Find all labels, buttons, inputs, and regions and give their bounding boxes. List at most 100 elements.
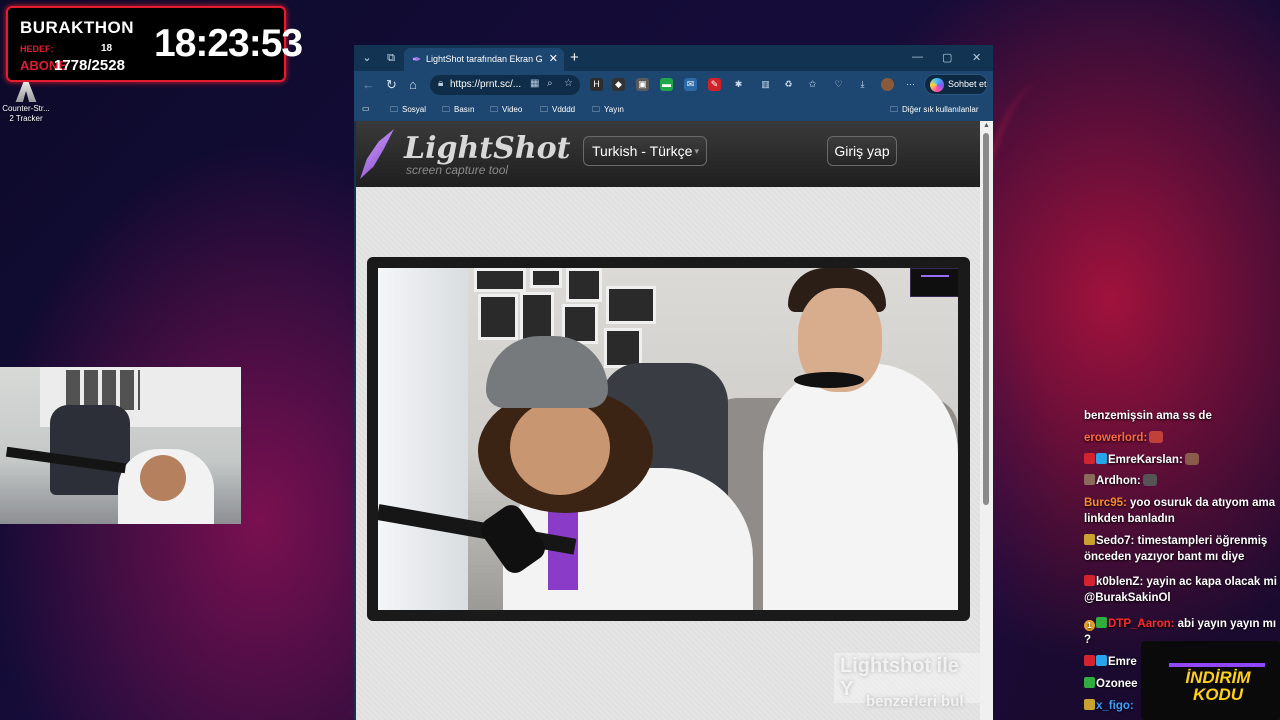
extension-icon[interactable]: ▬ (660, 78, 673, 91)
minimize-icon[interactable]: — (912, 51, 923, 63)
folder-icon: 🗀︎ (890, 105, 898, 114)
timer-clock: 18:23:53 (154, 22, 303, 65)
puzzle-icon[interactable]: ✱ (732, 78, 745, 91)
emote-icon (1142, 474, 1157, 486)
desktop-shortcut-label: Counter-Str... 2 Tracker (2, 104, 50, 123)
discount-code-label: İNDİRİM KODU (1185, 668, 1251, 704)
bookmark-folder[interactable]: 🗀︎ Yayın (592, 104, 624, 118)
browser-window: ⌄ ⧉ ✒ LightShot tarafından Ekran Görünt … (354, 45, 993, 720)
maximize-icon[interactable]: ▢ (942, 51, 952, 64)
lightshot-favicon-icon: ✒ (412, 54, 422, 66)
lock-icon: 🔒︎ (438, 78, 444, 89)
home-icon[interactable]: ⌂ (409, 77, 417, 92)
profile-avatar[interactable] (881, 78, 894, 91)
emote-icon (1184, 453, 1199, 465)
other-bookmarks[interactable]: 🗀︎ Diğer sık kullanılanlar (890, 104, 978, 118)
streamer-webcam (0, 367, 241, 524)
language-value: Turkish - Türkçe (592, 143, 693, 159)
sub-badge-icon (1084, 655, 1095, 666)
more-menu-icon[interactable]: ⋯ (904, 78, 917, 91)
chat-message: k0blenZ: yayin ac kapa olacak mi @BurakS… (1084, 575, 1277, 604)
discount-code-overlay: İNDİRİM KODU (1141, 641, 1280, 720)
extension-icon[interactable]: H (590, 78, 603, 91)
extension-icon[interactable]: ▣ (636, 78, 649, 91)
new-tab-icon[interactable]: + (570, 49, 579, 66)
gift-badge-icon: 1 (1084, 620, 1095, 631)
sub-badge-icon (1084, 534, 1095, 545)
favorite-star-icon[interactable]: ☆ (564, 78, 573, 89)
tab-title: LightShot tarafından Ekran Görünt (426, 54, 542, 64)
folder-icon: 🗀︎ (442, 105, 450, 114)
split-screen-icon[interactable]: ▥ (759, 78, 772, 91)
tab-list-icon[interactable]: ⌄ (358, 50, 376, 66)
sub-badge-icon (1096, 617, 1107, 628)
sub-count: 1778/2528 (54, 57, 125, 74)
sub-badge-icon (1084, 677, 1095, 688)
bookmark-folder[interactable]: 🗀︎ Video (490, 104, 522, 118)
workspaces-icon[interactable]: ⧉ (382, 50, 400, 66)
login-button[interactable]: Giriş yap (827, 136, 897, 166)
downloads-icon[interactable]: ⤓ (856, 78, 869, 91)
performance-icon[interactable]: ♡ (832, 78, 845, 91)
bookmark-folder[interactable]: 🗀︎ Sosyal (390, 104, 426, 118)
folder-icon: 🗀︎ (592, 105, 600, 114)
back-icon[interactable]: ← (362, 77, 375, 92)
lightshot-logo-text[interactable]: LightShot (404, 131, 570, 166)
chat-message: benzemişsin ama ss de (1084, 410, 1212, 422)
lightshot-page: LightShot screen capture tool Turkish - … (356, 121, 980, 720)
close-tab-icon[interactable]: ✕ (549, 52, 558, 65)
tab-lightshot[interactable]: ✒ LightShot tarafından Ekran Görünt ✕ (404, 48, 564, 71)
grid-icon[interactable]: ▦ (530, 78, 539, 89)
sub-badge-icon (1084, 474, 1095, 485)
stream-overlay-badge (910, 268, 958, 297)
collections-icon[interactable]: ♻ (782, 78, 795, 91)
sub-badge-icon (1084, 699, 1095, 710)
chat-message: Ardhon: (1084, 473, 1280, 489)
copilot-chat-button[interactable]: Sohbet et (924, 74, 988, 95)
chat-message: Sedo7: timestampleri öğrenmiş önceden ya… (1084, 534, 1268, 563)
tab-bar: ⌄ ⧉ ✒ LightShot tarafından Ekran Görünt … (354, 45, 993, 71)
page-scrollbar[interactable]: ▲ (980, 121, 993, 720)
subathon-timer: BURAKTHON HEDEF: 18 ABONE 1778/2528 18:2… (6, 6, 303, 82)
ghost-banner-subtitle: benzerleri bul (866, 693, 964, 710)
address-bar[interactable]: 🔒︎ https://prnt.sc/... ▦ ⌕ ☆ (430, 75, 580, 95)
goal-value: 18 (101, 43, 113, 54)
refresh-icon[interactable]: ↻ (386, 77, 397, 93)
lightshot-feather-icon (360, 129, 394, 179)
bookmarks-bar: ▭ 🗀︎ Sosyal 🗀︎ Basın 🗀︎ Video 🗀︎ Vdddd 🗀︎ Yay… (354, 99, 993, 121)
copilot-icon (930, 78, 944, 92)
scrollbar-thumb[interactable] (983, 133, 989, 505)
cs2-tracker-icon (15, 82, 37, 102)
extension-icon[interactable]: ✉ (684, 78, 697, 91)
chat-message: Burc95: yoo osuruk da atıyom ama linkden… (1084, 497, 1276, 525)
bookmark-folder[interactable]: 🗀︎ Vdddd (540, 104, 575, 118)
timer-title: BURAKTHON (20, 18, 135, 37)
folder-icon: 🗀︎ (540, 105, 548, 114)
lightshot-header: LightShot screen capture tool Turkish - … (356, 121, 980, 187)
extension-icon[interactable]: ◆ (612, 78, 625, 91)
screenshot-frame (367, 257, 970, 621)
sub-badge-icon (1084, 575, 1095, 586)
chevron-down-icon: ▾ (694, 146, 699, 156)
folder-icon: 🗀︎ (390, 105, 398, 114)
zoom-icon[interactable]: ⌕ (547, 78, 553, 89)
prime-badge-icon (1096, 453, 1107, 464)
scroll-up-icon[interactable]: ▲ (983, 122, 990, 129)
goal-label: HEDEF: (20, 44, 54, 54)
favorites-icon[interactable]: ✩ (806, 78, 819, 91)
address-row: ← ↻ ⌂ 🔒︎ https://prnt.sc/... ▦ ⌕ ☆ H ◆ ▣… (354, 71, 993, 99)
bookmark-folder[interactable]: 🗀︎ Basın (442, 104, 474, 118)
close-window-icon[interactable]: ✕ (972, 51, 981, 64)
chat-message: erowerlord: (1084, 430, 1280, 446)
folder-icon: 🗀︎ (490, 105, 498, 114)
url-text: https://prnt.sc/... (450, 79, 522, 90)
chat-button-label: Sohbet et (948, 79, 987, 89)
desktop-shortcut-cs2-tracker[interactable]: Counter-Str... 2 Tracker (0, 82, 52, 124)
bookmarks-toggle-icon[interactable]: ▭ (362, 104, 370, 113)
language-select[interactable]: Turkish - Türkçe ▾ (583, 136, 707, 166)
sub-badge-icon (1084, 453, 1095, 464)
lightshot-tagline: screen capture tool (406, 163, 509, 177)
screenshot-image[interactable] (378, 268, 958, 610)
extension-icon[interactable]: ✎ (708, 78, 721, 91)
emote-icon (1149, 431, 1164, 443)
